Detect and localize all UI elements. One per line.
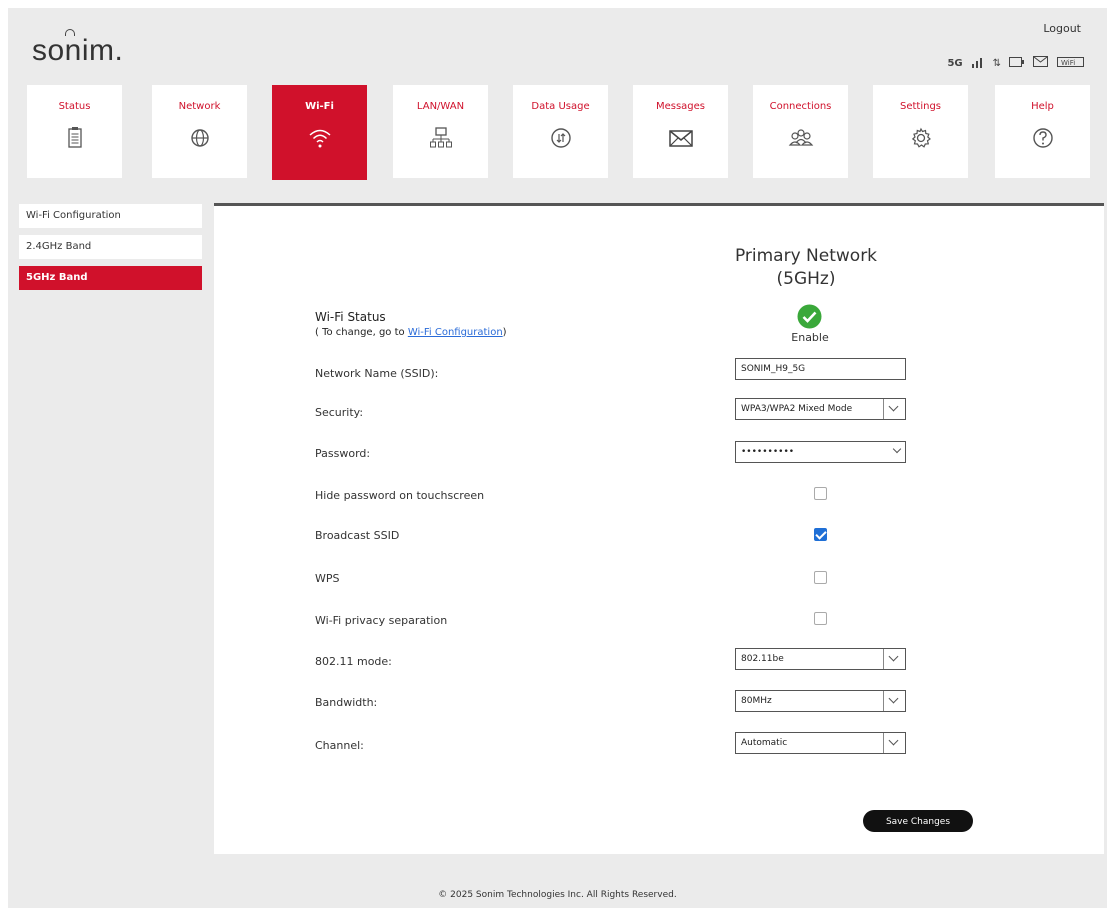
- security-label: Security:: [315, 406, 364, 419]
- bandwidth-select-value: 80MHz: [741, 696, 772, 706]
- wifi-status-label: Wi-Fi Status: [315, 310, 386, 324]
- password-label: Password:: [315, 447, 371, 460]
- tab-wifi[interactable]: Wi-Fi: [272, 85, 367, 180]
- logo-signal-icon: [65, 29, 75, 36]
- hide-password-checkbox[interactable]: [814, 487, 827, 500]
- network-5g-icon: 5G: [947, 58, 963, 69]
- chevron-down-icon: [883, 733, 905, 753]
- chevron-down-icon: [883, 399, 905, 419]
- users-icon: [788, 129, 813, 146]
- channel-select-value: Automatic: [741, 738, 788, 748]
- main-panel: Primary Network (5GHz) Wi-Fi Status ( To…: [214, 203, 1104, 854]
- app-frame: sonim. Logout 5G ⇅ WiFi Status Network W…: [8, 8, 1107, 908]
- wps-checkbox[interactable]: [814, 571, 827, 584]
- data-transfer-icon: ⇅: [992, 58, 1001, 69]
- tab-connections[interactable]: Connections: [753, 85, 848, 178]
- tab-messages[interactable]: Messages: [633, 85, 728, 178]
- sidebar-item-5ghz-band[interactable]: 5GHz Band: [19, 266, 202, 290]
- status-bar: 5G ⇅ WiFi: [947, 56, 1085, 71]
- sidebar: Wi-Fi Configuration 2.4GHz Band 5GHz Ban…: [19, 204, 202, 297]
- channel-select[interactable]: Automatic: [735, 732, 906, 754]
- sidebar-item-wifi-configuration[interactable]: Wi-Fi Configuration: [19, 204, 202, 228]
- tab-help[interactable]: Help: [995, 85, 1090, 178]
- bandwidth-label: Bandwidth:: [315, 696, 378, 709]
- chevron-down-icon: [883, 691, 905, 711]
- sidebar-item-2-4ghz-band[interactable]: 2.4GHz Band: [19, 235, 202, 259]
- help-icon: [1032, 128, 1053, 148]
- ssid-label: Network Name (SSID):: [315, 367, 439, 380]
- tab-status[interactable]: Status: [27, 85, 122, 178]
- message-icon: [1033, 56, 1049, 71]
- wifi-status-value: Enable: [791, 331, 829, 344]
- wifi-configuration-link[interactable]: Wi-Fi Configuration: [408, 327, 503, 338]
- wifi-status-note: ( To change, go to Wi-Fi Configuration): [315, 327, 507, 338]
- chevron-down-icon: [892, 444, 902, 454]
- tab-lan-wan-label: LAN/WAN: [416, 101, 465, 112]
- logo-text: sonim.: [32, 34, 124, 67]
- wifi-status-note-suffix: ): [502, 327, 507, 338]
- enabled-check-icon: [797, 304, 822, 329]
- mode-label: 802.11 mode:: [315, 655, 392, 668]
- tab-settings[interactable]: Settings: [873, 85, 968, 178]
- signal-strength-icon: [971, 56, 985, 71]
- tab-settings-label: Settings: [899, 101, 941, 112]
- battery-icon: [1009, 57, 1025, 70]
- tab-messages-label: Messages: [655, 101, 706, 112]
- broadcast-ssid-label: Broadcast SSID: [315, 529, 400, 542]
- broadcast-ssid-checkbox[interactable]: [814, 528, 827, 541]
- ssid-input[interactable]: SONIM_H9_5G: [735, 358, 906, 380]
- sonim-logo: sonim.: [32, 34, 123, 68]
- footer-copyright: © 2025 Sonim Technologies Inc. All Right…: [438, 890, 677, 900]
- tab-data-usage[interactable]: Data Usage: [513, 85, 608, 178]
- save-changes-button[interactable]: Save Changes: [863, 810, 973, 832]
- channel-label: Channel:: [315, 739, 364, 752]
- hide-password-label: Hide password on touchscreen: [315, 489, 485, 502]
- logout-link[interactable]: Logout: [1043, 22, 1081, 35]
- tab-wifi-label: Wi-Fi: [305, 101, 334, 112]
- network-tree-icon: [429, 127, 452, 148]
- mode-select-value: 802.11be: [741, 654, 784, 664]
- tab-lan-wan[interactable]: LAN/WAN: [393, 85, 488, 178]
- wifi-privacy-separation-checkbox[interactable]: [814, 612, 827, 625]
- envelope-icon: [668, 130, 693, 147]
- password-input[interactable]: ••••••••••: [735, 441, 906, 463]
- gear-icon: [911, 127, 931, 148]
- page-title: Primary Network (5GHz): [726, 245, 886, 291]
- security-select[interactable]: WPA3/WPA2 Mixed Mode: [735, 398, 906, 420]
- globe-icon: [190, 129, 209, 147]
- password-value: ••••••••••: [741, 447, 795, 457]
- clipboard-icon: [67, 127, 82, 148]
- svg-text:WiFi: WiFi: [1061, 59, 1075, 67]
- wifi-status-note-prefix: ( To change, go to: [315, 327, 408, 338]
- wps-label: WPS: [315, 572, 340, 585]
- page-title-line1: Primary Network: [734, 246, 878, 266]
- tab-help-label: Help: [1031, 101, 1054, 112]
- wifi-status-icon: WiFi: [1057, 56, 1085, 71]
- page-title-line2: (5GHz): [776, 269, 836, 289]
- tab-data-usage-label: Data Usage: [531, 101, 590, 112]
- security-select-value: WPA3/WPA2 Mixed Mode: [741, 404, 853, 414]
- wifi-icon: [308, 129, 331, 148]
- mode-select[interactable]: 802.11be: [735, 648, 906, 670]
- tab-connections-label: Connections: [769, 101, 832, 112]
- tab-network-label: Network: [178, 101, 221, 112]
- wifi-privacy-separation-label: Wi-Fi privacy separation: [315, 614, 448, 627]
- tab-status-label: Status: [58, 101, 91, 112]
- data-usage-icon: [550, 128, 571, 148]
- chevron-down-icon: [883, 649, 905, 669]
- bandwidth-select[interactable]: 80MHz: [735, 690, 906, 712]
- tab-network[interactable]: Network: [152, 85, 247, 178]
